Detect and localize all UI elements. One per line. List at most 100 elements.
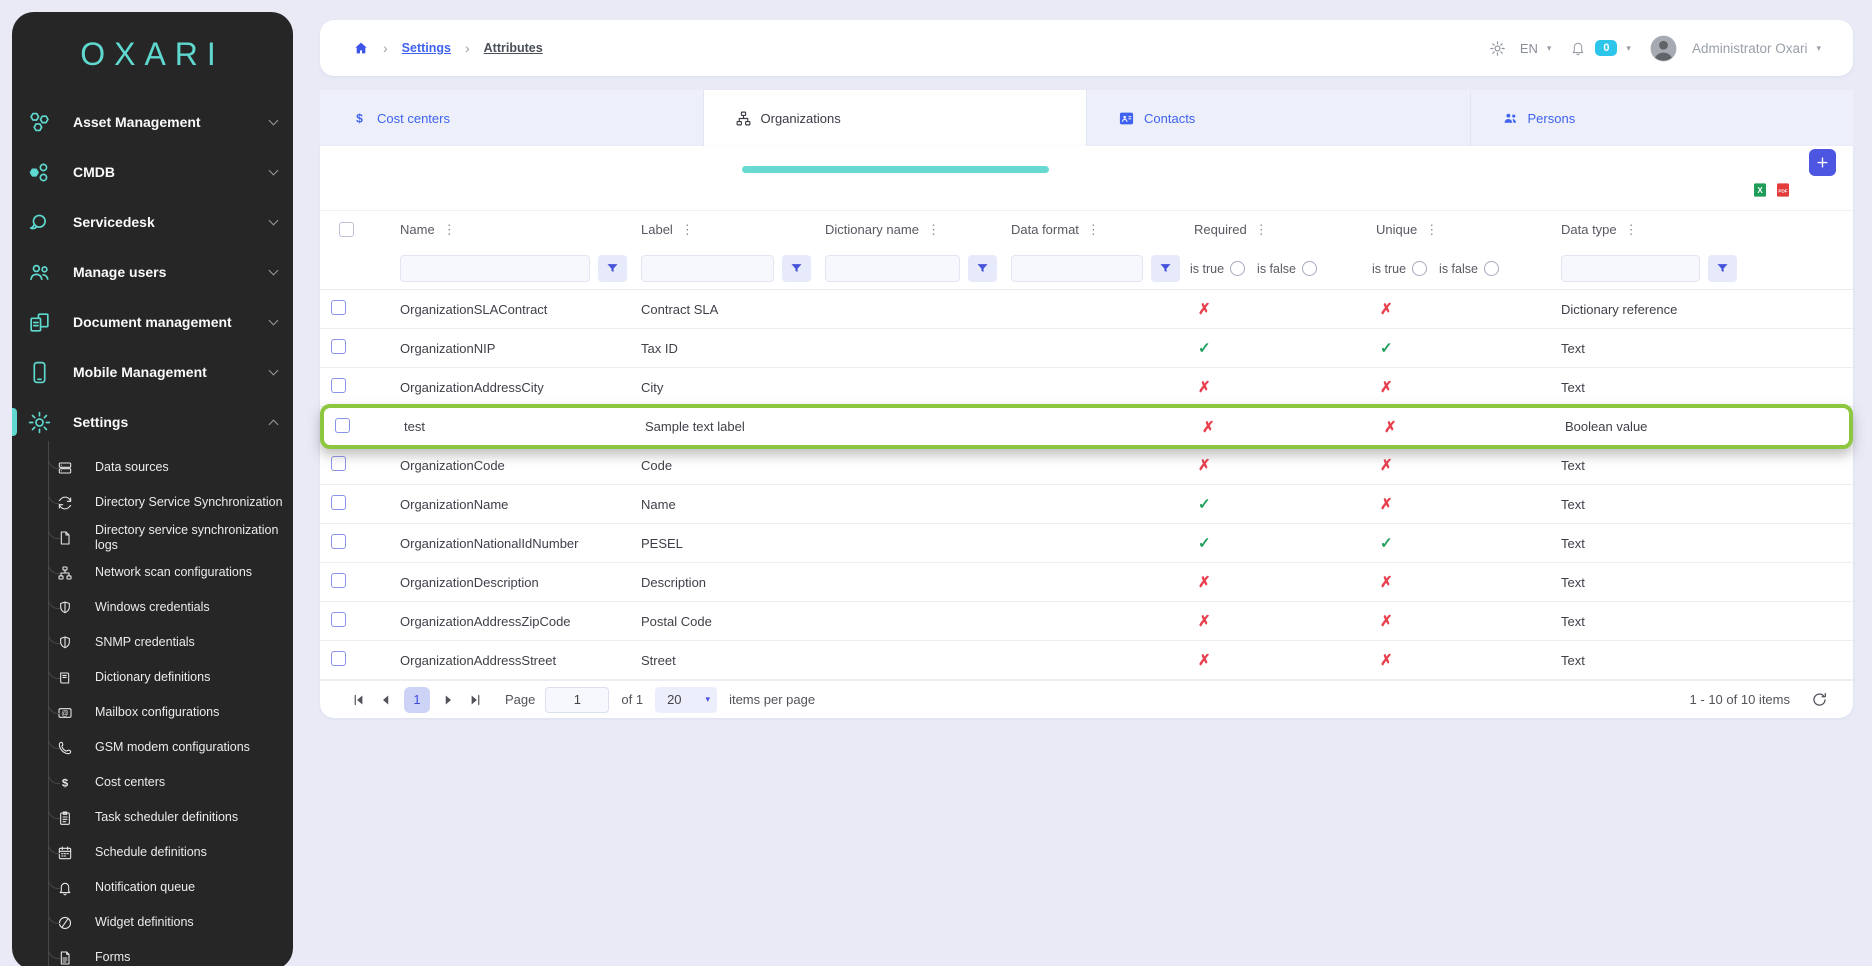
required-is-false-radio[interactable] [1302,261,1317,276]
tab-cost-centers[interactable]: $Cost centers [320,90,704,146]
table-row[interactable]: OrganizationNationalIdNumberPESEL✓✓Text [320,524,1853,563]
filter-button[interactable] [598,255,627,282]
table-row[interactable]: OrganizationCodeCode✗✗Text [320,446,1853,485]
current-page-button[interactable]: 1 [404,687,430,713]
table-row[interactable]: OrganizationAddressCityCity✗✗Text [320,368,1853,407]
sidebar-subitem-snmp-credentials[interactable]: SNMP credentials [12,625,293,660]
filter-button[interactable] [968,255,997,282]
filter-button[interactable] [1708,255,1737,282]
column-menu-icon[interactable]: ⋮ [443,222,457,238]
page-size-select[interactable]: 20▾ [655,687,717,713]
column-header-data-format[interactable]: Data format⋮ [1003,222,1186,238]
breadcrumb-attributes[interactable]: Attributes [484,41,543,55]
column-menu-icon[interactable]: ⋮ [1625,222,1639,238]
tab-organizations[interactable]: Organizations [704,90,1088,146]
add-attribute-button[interactable] [1809,149,1836,176]
row-select-cell [320,495,392,513]
sidebar-subitem-dictionary-definitions[interactable]: Dictionary definitions [12,660,293,695]
page-number-input[interactable] [545,687,609,713]
row-checkbox[interactable] [331,651,346,666]
filter-input-data-format[interactable] [1011,255,1143,282]
sidebar-item-document-management[interactable]: Document management [12,297,293,347]
cell-name: OrganizationDescription [392,575,633,590]
next-page-icon[interactable] [439,691,457,709]
first-page-icon[interactable] [350,691,368,709]
sidebar-subitem-task-scheduler-definitions[interactable]: Task scheduler definitions [12,800,293,835]
column-header-unique[interactable]: Unique⋮ [1368,222,1545,238]
column-menu-icon[interactable]: ⋮ [1425,222,1439,238]
sidebar-subitem-widget-definitions[interactable]: Widget definitions [12,905,293,940]
previous-page-icon[interactable] [377,691,395,709]
row-checkbox[interactable] [335,418,350,433]
chevron-down-icon[interactable]: ▾ [1626,43,1631,54]
column-header-required[interactable]: Required⋮ [1186,222,1368,238]
last-page-icon[interactable] [466,691,484,709]
column-header-name[interactable]: Name⋮ [392,222,633,238]
column-header-data-type[interactable]: Data type⋮ [1545,222,1853,238]
sidebar-item-servicedesk[interactable]: Servicedesk [12,197,293,247]
column-menu-icon[interactable]: ⋮ [1255,222,1269,238]
chevron-down-icon[interactable]: ▾ [1547,43,1552,54]
bell-icon[interactable] [1570,40,1586,56]
table-row[interactable]: OrganizationSLAContractContract SLA✗✗Dic… [320,290,1853,329]
refresh-icon[interactable] [1810,690,1829,709]
table-row[interactable]: OrganizationAddressZipCodePostal Code✗✗T… [320,602,1853,641]
sidebar-subitem-cost-centers[interactable]: $Cost centers [12,765,293,800]
row-checkbox[interactable] [331,300,346,315]
table-row[interactable]: OrganizationDescriptionDescription✗✗Text [320,563,1853,602]
chevron-down-icon[interactable]: ▾ [1816,43,1821,54]
sidebar-item-mobile-management[interactable]: Mobile Management [12,347,293,397]
tab-contacts[interactable]: Contacts [1087,90,1471,146]
row-checkbox[interactable] [331,534,346,549]
column-menu-icon[interactable]: ⋮ [681,222,695,238]
sidebar-item-manage-users[interactable]: Manage users [12,247,293,297]
notification-badge[interactable]: 0 [1595,40,1617,56]
filter-input-data-type[interactable] [1561,255,1700,282]
sidebar-subitem-gsm-modem-configurations[interactable]: GSM modem configurations [12,730,293,765]
unique-is-true-radio[interactable] [1412,261,1427,276]
select-all-checkbox[interactable] [339,222,354,237]
export-pdf-icon[interactable]: PDF [1775,181,1791,199]
row-checkbox[interactable] [331,495,346,510]
sidebar-subitem-notification-queue[interactable]: Notification queue [12,870,293,905]
sidebar-subitem-windows-credentials[interactable]: Windows credentials [12,590,293,625]
filter-button[interactable] [782,255,811,282]
row-checkbox[interactable] [331,612,346,627]
sidebar-subitem-network-scan-configurations[interactable]: Network scan configurations [12,555,293,590]
row-checkbox[interactable] [331,339,346,354]
column-header-label[interactable]: Label⋮ [633,222,817,238]
column-menu-icon[interactable]: ⋮ [1087,222,1101,238]
filter-input-label[interactable] [641,255,774,282]
sidebar-subitem-forms[interactable]: Forms [12,940,293,966]
table-row[interactable]: OrganizationNIPTax ID✓✓Text [320,329,1853,368]
export-excel-icon[interactable]: X [1752,181,1768,199]
table-row[interactable]: testSample text label✗✗Boolean value [320,404,1853,449]
required-is-true-radio[interactable] [1230,261,1245,276]
sidebar-subitem-directory-service-synchronization-logs[interactable]: Directory service synchronization logs [12,520,293,555]
unique-is-false-radio[interactable] [1484,261,1499,276]
column-menu-icon[interactable]: ⋮ [927,222,941,238]
table-row[interactable]: OrganizationNameName✓✗Text [320,485,1853,524]
home-icon[interactable] [353,40,369,56]
row-checkbox[interactable] [331,573,346,588]
gear-icon[interactable] [1489,40,1506,57]
sidebar-item-cmdb[interactable]: CMDB [12,147,293,197]
sidebar-subitem-mailbox-configurations[interactable]: @Mailbox configurations [12,695,293,730]
cross-icon: ✗ [1368,574,1393,591]
filter-button[interactable] [1151,255,1180,282]
sidebar-subitem-schedule-definitions[interactable]: Schedule definitions [12,835,293,870]
sidebar-subitem-data-sources[interactable]: Data sources [12,450,293,485]
row-checkbox[interactable] [331,378,346,393]
sidebar-subitem-directory-service-synchronization[interactable]: Directory Service Synchronization [12,485,293,520]
filter-input-name[interactable] [400,255,590,282]
sidebar-item-asset-management[interactable]: Asset Management [12,97,293,147]
filter-input-dictionary-name[interactable] [825,255,960,282]
avatar[interactable] [1648,33,1679,64]
row-checkbox[interactable] [331,456,346,471]
column-header-dictionary-name[interactable]: Dictionary name⋮ [817,222,1003,238]
sidebar-item-settings[interactable]: Settings [12,397,293,447]
tab-persons[interactable]: Persons [1471,90,1854,146]
language-selector[interactable]: EN [1520,41,1538,56]
breadcrumb-settings[interactable]: Settings [402,41,451,55]
table-row[interactable]: OrganizationAddressStreetStreet✗✗Text [320,641,1853,680]
